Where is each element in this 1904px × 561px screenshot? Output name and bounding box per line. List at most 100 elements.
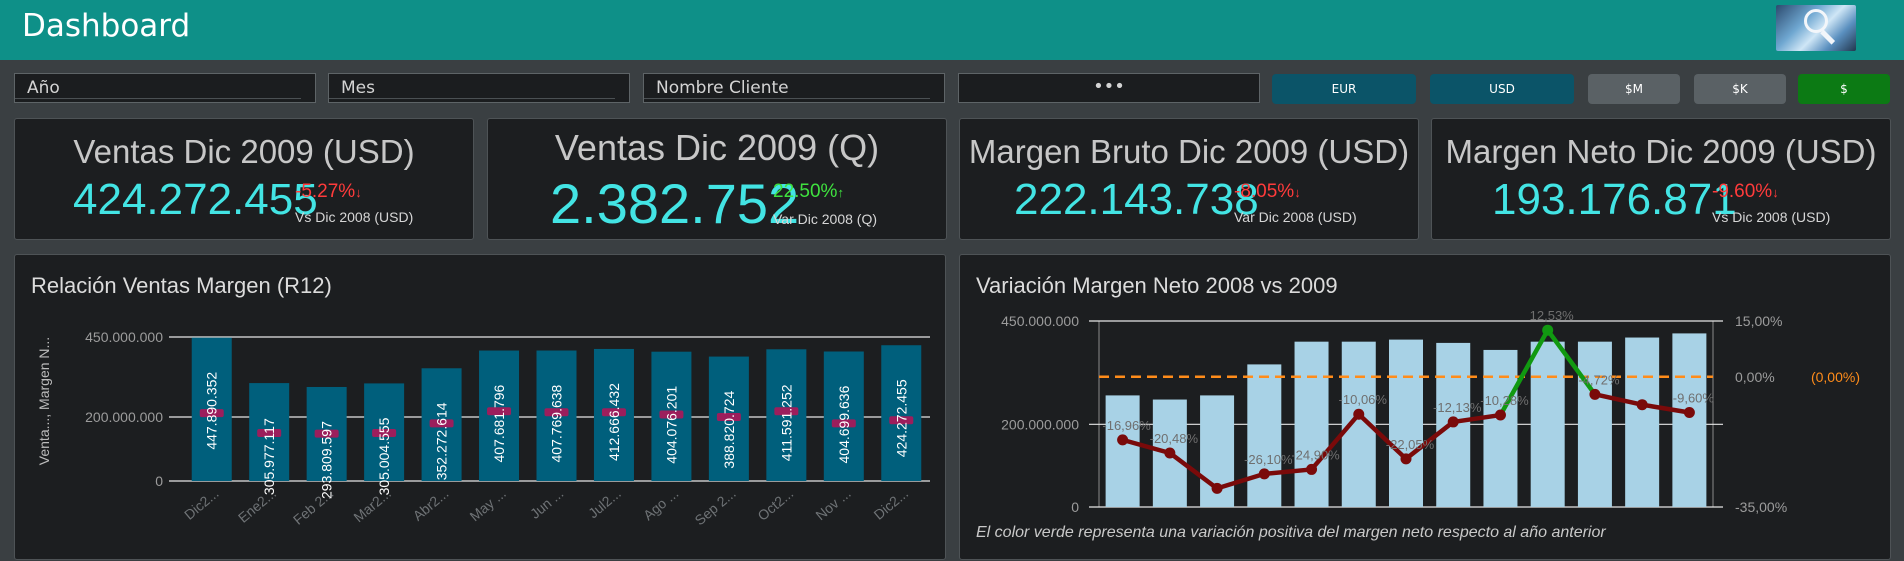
series-point: [1400, 453, 1412, 465]
arrow-up-icon: ↑: [837, 185, 844, 200]
data-label: -10,28%: [1480, 393, 1529, 408]
kpi-title: Margen Bruto Dic 2009 (USD): [968, 133, 1410, 170]
kpi-variation: 22.50%↑: [773, 181, 844, 202]
filter-underline: [644, 98, 930, 99]
y-tick-label-left: 200.000.000: [1001, 416, 1079, 432]
data-label: -16,96%: [1102, 418, 1151, 433]
filter-underline: [15, 98, 301, 99]
kpi-value: 193.176.871: [1492, 175, 1737, 224]
data-label: -10,06%: [1339, 392, 1388, 407]
bar: [1672, 333, 1707, 507]
kpi-value: 424.272.455: [73, 175, 318, 224]
chart-panel-net-margin-variation: Variación Margen Neto 2008 vs 2009 450.0…: [959, 254, 1891, 560]
data-label: -20,48%: [1150, 431, 1199, 446]
arrow-down-icon: ↓: [355, 185, 362, 200]
kpi-variation: -9.60%↓: [1712, 181, 1779, 202]
scale-units-button[interactable]: $: [1798, 74, 1890, 104]
data-label: -12,13%: [1433, 400, 1482, 415]
data-label: 404.076.201: [663, 386, 679, 464]
x-tick-label: Nov ...: [812, 485, 853, 523]
currency-eur-button[interactable]: EUR: [1272, 74, 1416, 104]
data-label: 407.681.796: [491, 384, 507, 462]
kpi-compare-label: Var Dic 2008 (USD): [1234, 209, 1357, 225]
page-title: Dashboard: [22, 8, 191, 44]
filter-month-label: Mes: [341, 78, 375, 98]
filter-underline: [329, 98, 615, 99]
data-label: 424.272.455: [893, 379, 909, 457]
scale-thousands-button[interactable]: $K: [1694, 74, 1786, 104]
x-tick-label: Abr2...: [410, 485, 452, 524]
header-bar: Dashboard: [0, 0, 1904, 60]
sales-margin-chart: 450.000.000 200.000.000 0 Venta..., Margen …: [36, 329, 930, 528]
bar: [1577, 341, 1612, 507]
reference-label: (0,00%): [1811, 369, 1860, 385]
data-label: 305.004.555: [376, 417, 392, 495]
filter-year-label: Año: [27, 78, 60, 98]
bar: [1247, 364, 1282, 507]
data-label: -22,05%: [1386, 437, 1435, 452]
y-tick-label-right: 15,00%: [1735, 313, 1782, 329]
filter-month[interactable]: Mes: [328, 73, 630, 103]
arrow-down-icon: ↓: [1294, 185, 1301, 200]
bar: [1105, 395, 1140, 507]
filter-more[interactable]: •••: [958, 73, 1260, 103]
data-label: -26,10%: [1244, 452, 1293, 467]
y-tick-label-right: -35,00%: [1735, 499, 1787, 515]
kpi-card-sales-qty: Ventas Dic 2009 (Q) 2.382.752 22.50%↑ Va…: [487, 118, 947, 240]
x-tick-label: Ago ...: [640, 485, 681, 523]
y-axis-label: Venta..., Margen N...: [36, 337, 52, 465]
data-label: 407.769.638: [549, 384, 565, 462]
handle-shape: [1820, 29, 1836, 45]
chart-footnote: El color verde representa una variación …: [976, 524, 1606, 541]
y-tick-label-left: 0: [1071, 499, 1079, 515]
kpi-compare-label: Vs Dic 2008 (USD): [1712, 209, 1831, 225]
series-point: [1589, 388, 1601, 400]
data-label: 305.977.117: [261, 418, 277, 495]
x-tick-label: Sep 2...: [692, 485, 739, 528]
y-tick-label: 450.000.000: [85, 329, 163, 345]
kpi-card-gross-margin: Margen Bruto Dic 2009 (USD) 222.143.738 …: [959, 118, 1419, 240]
filter-client[interactable]: Nombre Cliente: [643, 73, 945, 103]
kpi-compare-label: Var Dic 2008 (Q): [773, 211, 877, 227]
data-label: 388.820.724: [721, 391, 737, 469]
data-label: 404.699.636: [836, 385, 852, 463]
data-label: -4,72%: [1578, 372, 1620, 387]
x-tick-label: Jul2...: [585, 485, 624, 521]
data-label: -9,60%: [1673, 391, 1715, 406]
scale-millions-button[interactable]: $M: [1588, 74, 1680, 104]
x-tick-label: Feb 2...: [290, 485, 337, 528]
series-point: [1447, 416, 1459, 428]
series-point: [1164, 447, 1176, 459]
x-tick-label: Jun ...: [527, 485, 567, 522]
kpi-variation: -5.27%↓: [295, 181, 362, 202]
series-point: [1353, 408, 1365, 420]
currency-usd-button[interactable]: USD: [1430, 74, 1574, 104]
kpi-title: Ventas Dic 2009 (USD): [73, 133, 415, 170]
x-tick-label: May ...: [466, 485, 508, 524]
y-tick-label-left: 450.000.000: [1001, 313, 1079, 329]
kpi-compare-label: Vs Dic 2008 (USD): [295, 209, 414, 225]
y-tick-label: 200.000.000: [85, 409, 163, 425]
x-tick-label: Dic2...: [181, 485, 222, 523]
kpi-variation: -8.05%↓: [1234, 181, 1301, 202]
net-margin-variation-chart: 450.000.000 200.000.000 0 15,00% 0,00% -35,00…: [1001, 308, 1860, 515]
more-icon: •••: [1093, 76, 1125, 97]
filter-client-label: Nombre Cliente: [656, 78, 789, 98]
series-point: [1117, 434, 1129, 446]
bar: [1389, 339, 1423, 507]
kpi-title: Margen Neto Dic 2009 (USD): [1445, 133, 1877, 170]
series-point: [1636, 399, 1648, 411]
kpi-card-sales-usd: Ventas Dic 2009 (USD) 424.272.455 -5.27%…: [14, 118, 474, 240]
series-point: [1306, 463, 1318, 475]
data-label: 352.272.614: [434, 402, 450, 480]
chart-panel-sales-margin: Relación Ventas Margen (R12) 450.000.000…: [14, 254, 946, 560]
x-tick-label: Dic2...: [871, 485, 912, 523]
data-label: 447.890.352: [204, 372, 220, 450]
series-point: [1542, 324, 1554, 336]
kpi-card-net-margin: Margen Neto Dic 2009 (USD) 193.176.871 -…: [1431, 118, 1891, 240]
data-label: 412.666.432: [606, 383, 622, 461]
filter-year[interactable]: Año: [14, 73, 316, 103]
bar: [1294, 341, 1329, 507]
kpi-title: Ventas Dic 2009 (Q): [554, 127, 880, 168]
magnifier-logo-icon: [1776, 5, 1856, 51]
